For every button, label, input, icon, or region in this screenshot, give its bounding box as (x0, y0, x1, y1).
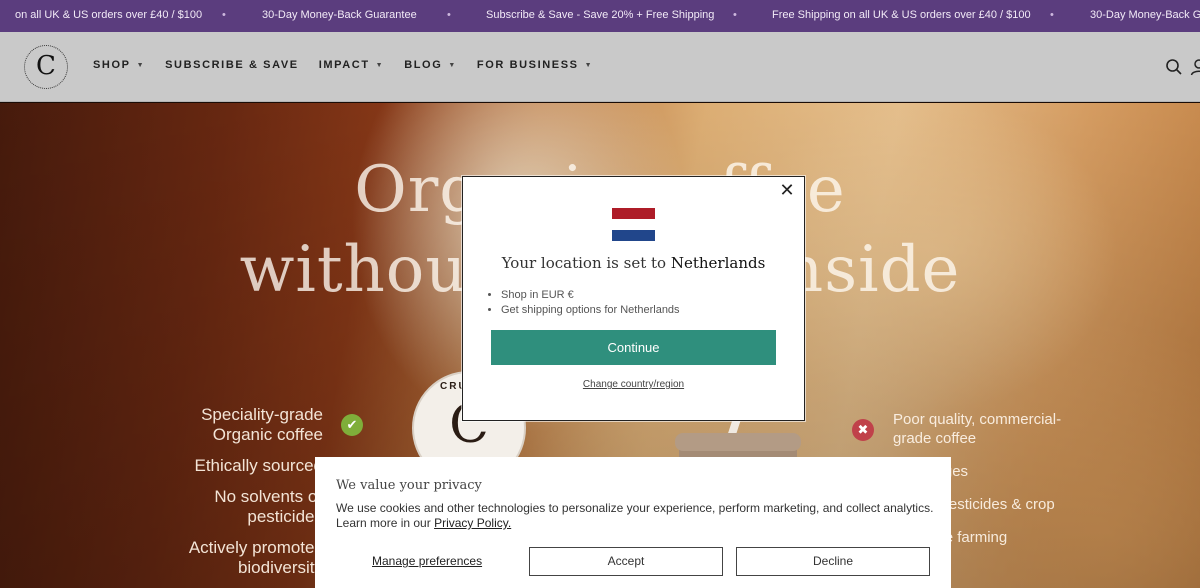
site-header: C SHOP ▼ SUBSCRIBE & SAVE IMPACT ▼ BLOG … (0, 32, 1200, 102)
change-country-link[interactable]: Change country/region (463, 379, 804, 390)
cookie-text: We use cookies and other technologies to… (336, 501, 934, 530)
announcement-message: on all UK & US orders over £40 / $100 (15, 9, 203, 21)
flag-stripe-blue (612, 230, 655, 241)
location-benefits: Shop in EUR € Get shipping options for N… (501, 288, 680, 318)
announcement-message: Free Shipping on all UK & US orders over… (772, 9, 1031, 21)
announcement-separator: • (447, 9, 451, 21)
location-prefix: Your location is set to (501, 254, 667, 272)
announcement-separator: • (1050, 9, 1054, 21)
search-icon[interactable] (1165, 58, 1183, 76)
manage-preferences-link[interactable]: Manage preferences (372, 554, 482, 568)
main-nav: SHOP ▼ SUBSCRIBE & SAVE IMPACT ▼ BLOG ▼ … (93, 59, 613, 71)
location-benefit-item: Shop in EUR € (501, 288, 680, 303)
nav-label: SUBSCRIBE & SAVE (165, 59, 299, 71)
flag-stripe-white (612, 219, 655, 230)
netherlands-flag-icon (612, 208, 655, 241)
announcement-message: 30-Day Money-Back Guarantee (262, 9, 417, 21)
announcement-separator: • (733, 9, 737, 21)
location-benefit-item: Get shipping options for Netherlands (501, 303, 680, 318)
nav-label: FOR BUSINESS (476, 59, 579, 71)
nav-for-business[interactable]: FOR BUSINESS ▼ (477, 59, 593, 71)
nav-blog[interactable]: BLOG ▼ (404, 59, 457, 71)
announcement-message: 30-Day Money-Back Gu (1090, 9, 1200, 21)
nav-subscribe-save[interactable]: SUBSCRIBE & SAVE (165, 59, 299, 71)
nav-label: IMPACT (318, 59, 370, 71)
chevron-down-icon: ▼ (448, 61, 457, 69)
nav-shop[interactable]: SHOP ▼ (93, 59, 145, 71)
chevron-down-icon: ▼ (136, 61, 146, 69)
account-icon[interactable] (1190, 58, 1200, 76)
brand-logo[interactable]: C (24, 45, 68, 89)
announcement-message: Subscribe & Save - Save 20% + Free Shipp… (486, 9, 715, 21)
decline-button[interactable]: Decline (736, 547, 930, 576)
logo-letter: C (36, 51, 56, 81)
cookie-body: We use cookies and other technologies to… (336, 501, 936, 531)
cookie-title: We value your privacy (336, 478, 482, 493)
location-message: Your location is set to Netherlands (463, 254, 804, 272)
announcement-separator: • (222, 9, 226, 21)
nav-label: BLOG (404, 59, 443, 71)
continue-button[interactable]: Continue (491, 330, 776, 365)
cookie-banner: We value your privacy We use cookies and… (315, 457, 951, 588)
close-icon[interactable]: ✕ (778, 181, 796, 199)
accept-button[interactable]: Accept (529, 547, 723, 576)
chevron-down-icon: ▼ (375, 61, 385, 69)
announcement-bar: on all UK & US orders over £40 / $100 • … (0, 0, 1200, 32)
flag-stripe-red (612, 208, 655, 219)
privacy-policy-link[interactable]: Privacy Policy. (434, 516, 511, 530)
nav-label: SHOP (93, 59, 131, 71)
location-modal: ✕ Your location is set to Netherlands Sh… (462, 176, 805, 421)
nav-impact[interactable]: IMPACT ▼ (319, 59, 384, 71)
chevron-down-icon: ▼ (584, 61, 594, 69)
location-country: Netherlands (670, 254, 766, 272)
